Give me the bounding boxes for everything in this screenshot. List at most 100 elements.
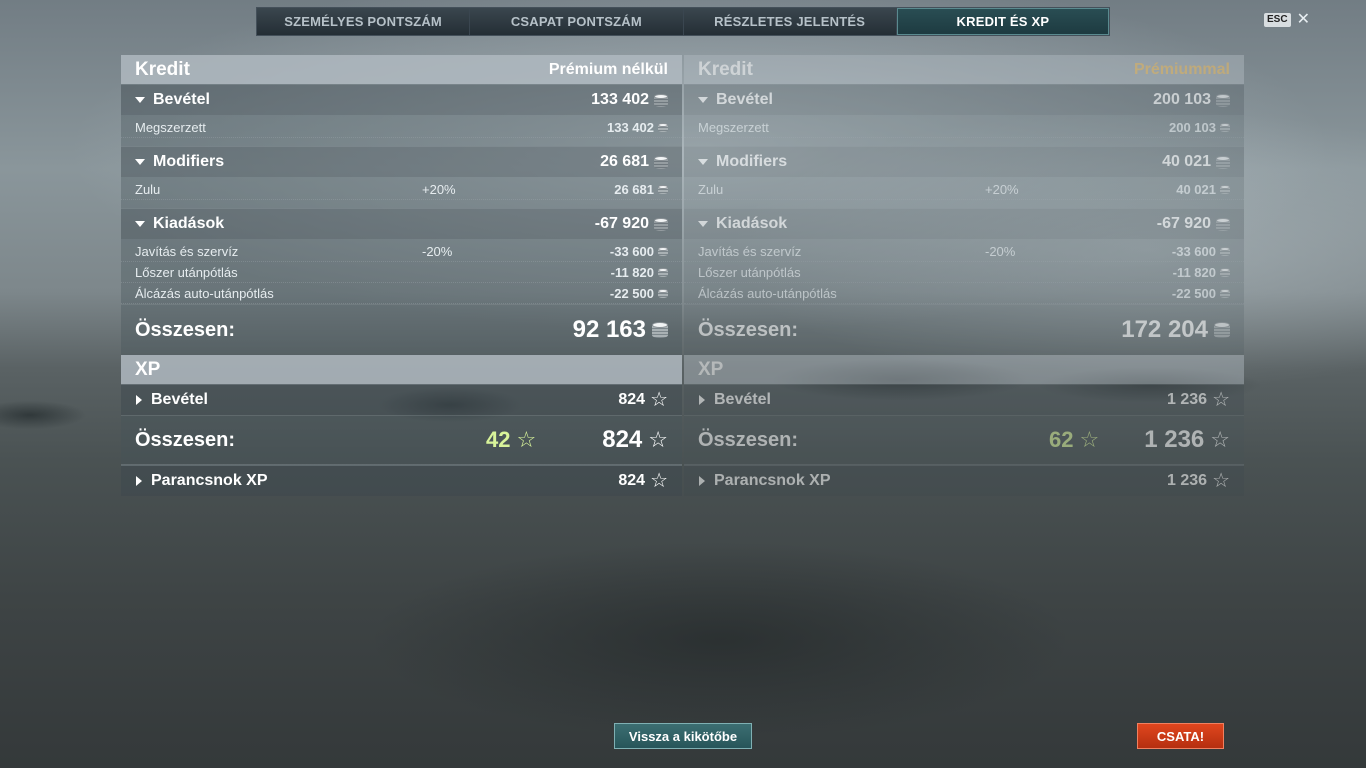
star-icon: ☆: [1079, 427, 1100, 452]
section-label: Modifiers: [153, 153, 225, 170]
row-value: -11 820: [610, 264, 654, 280]
coin-stack-icon: [654, 217, 668, 231]
xp-total: Összesen: 62 ☆ 1 236 ☆: [684, 415, 1244, 465]
total-label: Összesen:: [135, 318, 236, 341]
row-label: Megszerzett: [135, 119, 206, 135]
coin-stack-icon: [658, 184, 668, 194]
row-label: Javítás és szervíz: [698, 243, 802, 259]
row-percent: -20%: [985, 243, 1016, 259]
premium-status-label: Prémium nélkül: [548, 60, 668, 78]
coin-stack-icon: [1220, 184, 1230, 194]
section-label: Kiadások: [153, 215, 225, 232]
coin-stack-icon: [658, 122, 668, 132]
star-icon: ☆: [650, 470, 668, 492]
section-label: Modifiers: [716, 153, 788, 170]
row-label: Álcázás auto-utánpótlás: [135, 285, 274, 301]
row-label: Lőszer utánpótlás: [135, 264, 238, 280]
section-income[interactable]: Bevétel 200 103: [684, 84, 1244, 115]
star-icon: ☆: [516, 427, 537, 452]
section-value: 824: [618, 472, 646, 489]
total-value: 824: [602, 426, 643, 453]
premium-status-label: Prémiummal: [1133, 60, 1230, 78]
row-percent: +20%: [985, 181, 1019, 197]
row-value: 40 021: [1176, 181, 1216, 197]
total-label: Összesen:: [698, 428, 799, 451]
section-label: Bevétel: [153, 91, 210, 108]
esc-close[interactable]: ESC ✕: [1264, 12, 1310, 28]
triangle-down-icon: [698, 159, 708, 165]
credits-panel-premium: Kredit Prémiummal Bevétel 200 103 Megsze…: [684, 55, 1244, 496]
tab-team-score[interactable]: CSAPAT PONTSZÁM: [470, 8, 684, 35]
star-icon: ☆: [1212, 470, 1230, 492]
coin-stack-icon: [1216, 93, 1230, 107]
section-xp-income[interactable]: Bevétel 824 ☆: [121, 384, 682, 415]
back-to-port-button[interactable]: Vissza a kikötőbe: [614, 723, 752, 749]
star-icon: ☆: [1210, 427, 1230, 452]
esc-key-badge: ESC: [1264, 13, 1291, 27]
tab-detailed-report[interactable]: RÉSZLETES JELENTÉS: [683, 8, 897, 35]
coin-stack-icon: [1220, 122, 1230, 132]
tab-personal-score[interactable]: SZEMÉLYES PONTSZÁM: [257, 8, 471, 35]
row-percent: +20%: [422, 181, 456, 197]
row-value: -33 600: [609, 243, 654, 259]
credits-title: Kredit: [135, 58, 190, 80]
coin-stack-icon: [654, 155, 668, 169]
credits-total: Összesen: 92 163: [121, 304, 682, 355]
row-label: Zulu: [698, 181, 724, 197]
total-label: Összesen:: [698, 318, 799, 341]
section-label: Bevétel: [716, 91, 773, 108]
row-value: -22 500: [609, 285, 654, 301]
list-item: Megszerzett 133 402: [121, 115, 682, 138]
section-value: 200 103: [1153, 91, 1211, 108]
section-value: 824: [618, 391, 646, 408]
coin-stack-icon: [1220, 246, 1230, 256]
list-item: Zulu +20% 40 021: [684, 177, 1244, 200]
section-label: Parancsnok XP: [714, 472, 831, 489]
credits-panel-no-premium: Kredit Prémium nélkül Bevétel 133 402 Me…: [121, 55, 682, 496]
coin-stack-icon: [1216, 155, 1230, 169]
triangle-right-icon: [699, 395, 705, 405]
row-label: Álcázás auto-utánpótlás: [698, 285, 837, 301]
credits-title: Kredit: [698, 58, 753, 80]
total-label: Összesen:: [135, 428, 236, 451]
section-expenses[interactable]: Kiadások -67 920: [684, 208, 1244, 239]
triangle-down-icon: [135, 221, 145, 227]
xp-total: Összesen: 42 ☆ 824 ☆: [121, 415, 682, 465]
section-commander-xp[interactable]: Parancsnok XP 824 ☆: [121, 465, 682, 496]
row-label: Javítás és szervíz: [135, 243, 239, 259]
section-commander-xp[interactable]: Parancsnok XP 1 236 ☆: [684, 465, 1244, 496]
coin-stack-icon: [1220, 288, 1230, 298]
coin-stack-icon: [1216, 217, 1230, 231]
section-value: 1 236: [1167, 391, 1208, 408]
coin-stack-icon: [654, 93, 668, 107]
coin-stack-icon: [1214, 322, 1230, 338]
section-modifiers[interactable]: Modifiers 26 681: [121, 146, 682, 177]
tab-credits-xp[interactable]: KREDIT ÉS XP: [896, 8, 1109, 35]
section-modifiers[interactable]: Modifiers 40 021: [684, 146, 1244, 177]
list-item: Megszerzett 200 103: [684, 115, 1244, 138]
row-percent: -20%: [422, 243, 453, 259]
coin-stack-icon: [652, 322, 668, 338]
list-item: Álcázás auto-utánpótlás -22 500: [121, 283, 682, 304]
section-value: 40 021: [1162, 153, 1211, 170]
section-xp-income[interactable]: Bevétel 1 236 ☆: [684, 384, 1244, 415]
coin-stack-icon: [658, 267, 668, 277]
coin-stack-icon: [1220, 267, 1230, 277]
section-value: 133 402: [591, 91, 649, 108]
section-expenses[interactable]: Kiadások -67 920: [121, 208, 682, 239]
close-icon[interactable]: ✕: [1297, 12, 1310, 28]
section-label: Parancsnok XP: [151, 472, 268, 489]
triangle-down-icon: [698, 221, 708, 227]
battle-button[interactable]: CSATA!: [1137, 723, 1224, 749]
section-value: 1 236: [1167, 472, 1208, 489]
row-label: Megszerzett: [698, 119, 769, 135]
list-item: Zulu +20% 26 681: [121, 177, 682, 200]
row-label: Lőszer utánpótlás: [698, 264, 801, 280]
triangle-right-icon: [136, 476, 142, 486]
row-value: 26 681: [614, 181, 654, 197]
row-value: -22 500: [1171, 285, 1216, 301]
xp-bonus-value: 62: [1049, 427, 1074, 452]
row-value: 133 402: [607, 119, 654, 135]
section-income[interactable]: Bevétel 133 402: [121, 84, 682, 115]
list-item: Javítás és szervíz -20% -33 600: [684, 239, 1244, 262]
